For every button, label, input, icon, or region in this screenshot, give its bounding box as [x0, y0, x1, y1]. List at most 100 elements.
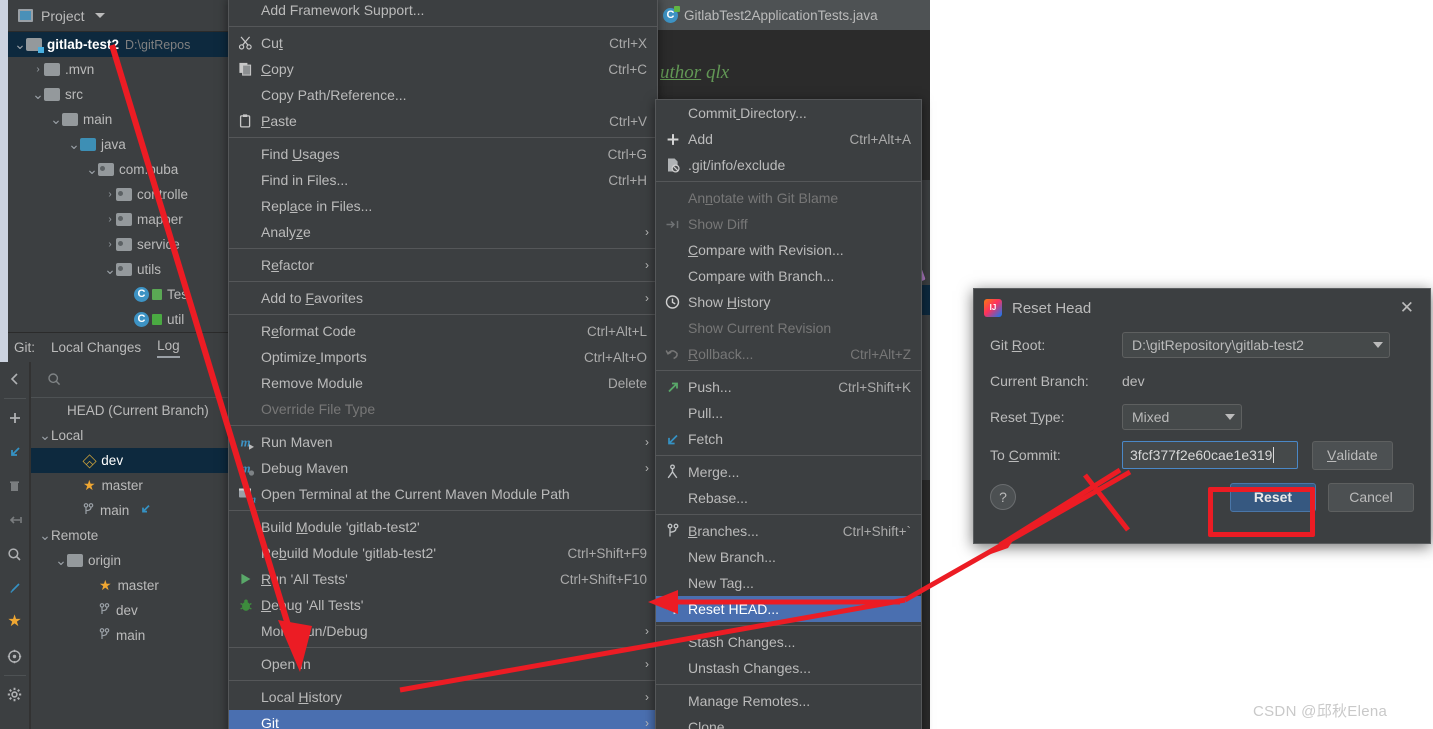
- chevron-right-icon[interactable]: ›: [104, 189, 116, 200]
- menu-item-stash-changes[interactable]: Stash Changes...: [656, 629, 921, 655]
- menu-item-find-usages[interactable]: Find Usages Ctrl+G: [229, 141, 657, 167]
- tab-log[interactable]: Log: [157, 338, 180, 358]
- menu-item-debug-all-tests[interactable]: Debug 'All Tests': [229, 592, 657, 618]
- delete-icon[interactable]: [0, 469, 30, 503]
- tree-node[interactable]: ⌄ com.buba: [8, 157, 230, 182]
- target-icon[interactable]: [0, 639, 30, 673]
- collapse-icon[interactable]: [0, 362, 30, 396]
- tree-node[interactable]: ⌄ gitlab-test2 D:\gitRepos: [8, 32, 230, 57]
- menu-item-git[interactable]: Git ›: [229, 710, 657, 729]
- chevron-down-icon[interactable]: [94, 13, 105, 18]
- menu-item-debug-maven[interactable]: m Debug Maven ›: [229, 455, 657, 481]
- chevron-down-icon[interactable]: ⌄: [50, 111, 62, 128]
- menu-item-local-history[interactable]: Local History ›: [229, 684, 657, 710]
- favorite-icon[interactable]: ★: [0, 605, 30, 639]
- menu-item-add-framework-support[interactable]: Add Framework Support...: [229, 0, 657, 23]
- project-context-menu[interactable]: Add Framework Support... Cut Ctrl+X Copy Ctr…: [228, 0, 658, 729]
- menu-item-paste[interactable]: Paste Ctrl+V: [229, 108, 657, 134]
- branch-list-item[interactable]: main: [31, 498, 230, 523]
- menu-item-copy[interactable]: Copy Ctrl+C: [229, 56, 657, 82]
- menu-item-analyze[interactable]: Analyze ›: [229, 219, 657, 245]
- checkout-icon[interactable]: [0, 435, 30, 469]
- git-root-select[interactable]: D:\gitRepository\gitlab-test2: [1122, 332, 1390, 358]
- add-icon[interactable]: [0, 401, 30, 435]
- menu-item-open-in[interactable]: Open In ›: [229, 651, 657, 677]
- menu-item-push[interactable]: Push... Ctrl+Shift+K: [656, 374, 921, 400]
- project-tree[interactable]: ⌄ gitlab-test2 D:\gitRepos › .mvn ⌄ src ⌄ main ⌄ j…: [8, 32, 230, 330]
- tab-local-changes[interactable]: Local Changes: [51, 340, 141, 355]
- chevron-down-icon[interactable]: ⌄: [68, 136, 80, 153]
- menu-item-replace-in-files[interactable]: Replace in Files...: [229, 193, 657, 219]
- tree-node[interactable]: ⌄ main: [8, 107, 230, 132]
- chevron-right-icon[interactable]: ›: [104, 214, 116, 225]
- tree-node[interactable]: ⌄ utils: [8, 257, 230, 282]
- branch-list-item[interactable]: HEAD (Current Branch): [31, 398, 230, 423]
- to-commit-input[interactable]: 3fcf377f2e60cae1e319: [1122, 441, 1298, 469]
- chevron-right-icon[interactable]: ›: [32, 64, 44, 75]
- tree-node[interactable]: ⌄ src: [8, 82, 230, 107]
- menu-item-compare-with-revision[interactable]: Compare with Revision...: [656, 237, 921, 263]
- menu-item-git-info-exclude[interactable]: .git/info/exclude: [656, 152, 921, 178]
- branch-list-item[interactable]: ★ master: [31, 473, 230, 498]
- menu-item-more-run-debug[interactable]: More Run/Debug ›: [229, 618, 657, 644]
- menu-item-add-to-favorites[interactable]: Add to Favorites ›: [229, 285, 657, 311]
- editor-tab-gitlabtest2applicationtests[interactable]: C GitlabTest2ApplicationTests.java: [655, 0, 930, 30]
- menu-item-optimize-imports[interactable]: Optimize Imports Ctrl+Alt+O: [229, 344, 657, 370]
- project-panel-header[interactable]: Project: [8, 0, 230, 32]
- tree-node[interactable]: › controlle: [8, 182, 230, 207]
- menu-item-branches[interactable]: Branches... Ctrl+Shift+`: [656, 518, 921, 544]
- chevron-down-icon[interactable]: ⌄: [86, 161, 98, 178]
- branch-list-item[interactable]: ★ master: [31, 573, 230, 598]
- help-button[interactable]: ?: [990, 484, 1016, 510]
- branch-list-item[interactable]: ⌄ Remote: [31, 523, 230, 548]
- menu-item-reset-head[interactable]: Reset HEAD...: [656, 596, 921, 622]
- cancel-button[interactable]: Cancel: [1328, 482, 1414, 512]
- menu-item-refactor[interactable]: Refactor ›: [229, 252, 657, 278]
- menu-item-remove-module[interactable]: Remove Module Delete: [229, 370, 657, 396]
- branch-list-item[interactable]: ⌄ Local: [31, 423, 230, 448]
- validate-button[interactable]: Validate: [1312, 440, 1393, 470]
- menu-item-compare-with-branch[interactable]: Compare with Branch...: [656, 263, 921, 289]
- git-toolbar[interactable]: ★: [0, 362, 30, 729]
- menu-item-show-history[interactable]: Show History: [656, 289, 921, 315]
- tree-node[interactable]: › mapper: [8, 207, 230, 232]
- rebase-icon[interactable]: [0, 571, 30, 605]
- close-icon[interactable]: ✕: [1394, 298, 1420, 318]
- tree-node[interactable]: Cutil: [8, 307, 230, 330]
- menu-item-cut[interactable]: Cut Ctrl+X: [229, 30, 657, 56]
- menu-item-manage-remotes[interactable]: Manage Remotes...: [656, 688, 921, 714]
- menu-item-copy-path-reference[interactable]: Copy Path/Reference...: [229, 82, 657, 108]
- menu-item-build-module-gitlab-test2[interactable]: Build Module 'gitlab-test2': [229, 514, 657, 540]
- reset-type-select[interactable]: Mixed: [1122, 404, 1242, 430]
- branch-search-input[interactable]: [31, 362, 230, 398]
- search-icon[interactable]: [0, 537, 30, 571]
- branch-list[interactable]: HEAD (Current Branch) ⌄ Local ◱ dev ★ master ma…: [31, 398, 230, 648]
- menu-item-find-in-files[interactable]: Find in Files... Ctrl+H: [229, 167, 657, 193]
- reset-button[interactable]: Reset: [1230, 482, 1316, 512]
- menu-item-unstash-changes[interactable]: Unstash Changes...: [656, 655, 921, 681]
- menu-item-commit-directory[interactable]: Commit Directory...: [656, 100, 921, 126]
- menu-item-fetch[interactable]: Fetch: [656, 426, 921, 452]
- menu-item-pull[interactable]: Pull...: [656, 400, 921, 426]
- chevron-right-icon[interactable]: ›: [104, 239, 116, 250]
- menu-item-new-branch[interactable]: New Branch...: [656, 544, 921, 570]
- menu-item-add[interactable]: Add Ctrl+Alt+A: [656, 126, 921, 152]
- chevron-down-icon[interactable]: ⌄: [32, 86, 44, 103]
- tree-node[interactable]: C Tes: [8, 282, 230, 307]
- git-branches-panel[interactable]: HEAD (Current Branch) ⌄ Local ◱ dev ★ master ma…: [30, 362, 230, 729]
- chevron-down-icon[interactable]: ⌄: [14, 36, 26, 53]
- branch-list-item[interactable]: main: [31, 623, 230, 648]
- menu-item-open-terminal-at-the-current-maven-module-path[interactable]: m Open Terminal at the Current Maven Modu…: [229, 481, 657, 507]
- chevron-down-icon[interactable]: ⌄: [39, 427, 51, 444]
- branch-list-item[interactable]: ◱ dev: [31, 448, 230, 473]
- menu-item-run-maven[interactable]: m Run Maven ›: [229, 429, 657, 455]
- menu-item-merge[interactable]: Merge...: [656, 459, 921, 485]
- reset-head-dialog[interactable]: IJ Reset Head ✕ Git Root: D:\gitReposito…: [973, 288, 1431, 544]
- menu-item-reformat-code[interactable]: Reformat Code Ctrl+Alt+L: [229, 318, 657, 344]
- tree-node[interactable]: ⌄ java: [8, 132, 230, 157]
- tree-node[interactable]: › .mvn: [8, 57, 230, 82]
- git-submenu[interactable]: Commit Directory... Add Ctrl+Alt+A .git/inf…: [655, 99, 922, 729]
- branch-list-item[interactable]: dev: [31, 598, 230, 623]
- settings-icon[interactable]: [0, 678, 30, 712]
- chevron-down-icon[interactable]: ⌄: [39, 527, 51, 544]
